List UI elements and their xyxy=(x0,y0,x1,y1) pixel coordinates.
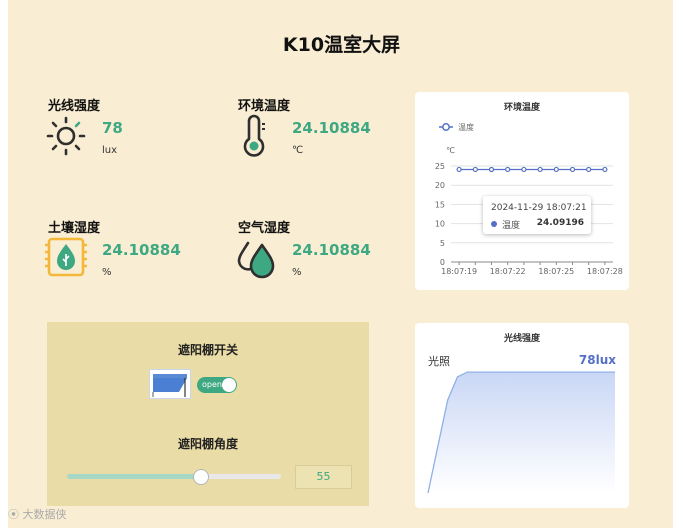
shade-angle-title: 遮阳棚角度 xyxy=(177,437,238,451)
toggle-state-label: open xyxy=(202,380,222,389)
temp-legend-label[interactable]: 温度 xyxy=(458,122,474,132)
y-tick-label: 5 xyxy=(440,239,445,248)
y-tick-label: 15 xyxy=(435,200,445,209)
y-tick-label: 25 xyxy=(435,162,445,171)
tooltip-value: 24.09196 xyxy=(536,218,584,228)
temp-data-point[interactable] xyxy=(472,166,478,173)
temp-data-point[interactable] xyxy=(586,166,592,173)
angle-slider-track[interactable] xyxy=(67,469,281,485)
sensor-env-temp-label: 环境温度 xyxy=(238,99,291,114)
sensor-env-temp-unit: ℃ xyxy=(292,145,304,156)
temp-data-point[interactable] xyxy=(602,166,608,173)
tooltip-series-dot xyxy=(491,221,497,227)
sensor-soil-humidity-value: 24.10884 xyxy=(102,241,181,259)
sun-icon xyxy=(46,116,86,156)
awning-icon xyxy=(152,374,187,397)
sensor-env-temp-value: 24.10884 xyxy=(292,119,371,137)
y-tick-label: 20 xyxy=(435,181,445,190)
tooltip-series-name: 温度 xyxy=(502,221,521,231)
x-tick-label: 18:07:25 xyxy=(538,267,574,276)
temp-line-chart: 温度 ℃ 0 5 10 15 20 25 18:07:19 18:07:22 18:07:25… xyxy=(435,122,623,276)
toggle-knob[interactable] xyxy=(222,378,236,392)
sensor-air-humidity: 空气湿度 24.10884 % xyxy=(237,217,408,287)
legend-marker xyxy=(442,123,450,131)
sensor-light: 光线强度 78 lux xyxy=(46,95,218,165)
temp-data-point[interactable] xyxy=(456,166,462,173)
sensor-soil-humidity-label: 土壤湿度 xyxy=(48,221,101,236)
light-chart-card: 光线强度 光照 78lux xyxy=(415,323,629,508)
sensor-soil-humidity: 土壤湿度 24.10884 % xyxy=(45,217,218,287)
temp-data-point[interactable] xyxy=(553,166,559,173)
sensor-soil-humidity-unit: % xyxy=(102,267,112,278)
soil-moisture-icon xyxy=(45,237,87,277)
sensor-light-label: 光线强度 xyxy=(48,99,101,114)
tooltip-time: 2024-11-29 18:07:21 xyxy=(491,203,587,213)
angle-slider-handle[interactable] xyxy=(192,469,209,485)
y-tick-label: 0 xyxy=(440,258,445,267)
light-area-fill xyxy=(428,372,615,493)
x-tick-label: 18:07:28 xyxy=(587,267,623,276)
temp-data-point[interactable] xyxy=(537,166,543,173)
sensor-light-value: 78 xyxy=(102,119,123,137)
temp-data-point[interactable] xyxy=(569,166,576,173)
temp-data-point[interactable] xyxy=(488,166,495,173)
page-title: K10温室大屏 xyxy=(282,34,401,56)
shade-control-panel: 遮阳棚开关 open 遮阳棚角度 55 xyxy=(47,322,369,506)
sensor-light-unit: lux xyxy=(102,145,118,156)
awning-image xyxy=(149,369,191,399)
y-tick-label: 10 xyxy=(435,220,445,229)
temp-chart-card: 环境温度 温度 ℃ 0 5 10 15 20 25 18:07:19 18:07:22 18:… xyxy=(415,92,629,290)
watermark-text: 大数据侠 xyxy=(22,508,67,521)
watermark: ⦿ 大数据侠 xyxy=(8,506,67,522)
sensor-air-humidity-unit: % xyxy=(292,267,302,278)
angle-value-input[interactable]: 55 xyxy=(295,465,352,489)
temp-data-point[interactable] xyxy=(505,166,511,173)
angle-slider-fill xyxy=(67,474,200,479)
sensor-env-temp: 环境温度 24.10884 ℃ xyxy=(238,95,408,165)
temp-y-unit: ℃ xyxy=(446,146,455,155)
x-tick-label: 18:07:22 xyxy=(490,267,526,276)
chart-tooltip: 2024-11-29 18:07:21 温度 24.09196 xyxy=(483,196,591,234)
left-frame xyxy=(0,0,8,528)
shade-toggle-switch[interactable]: open xyxy=(197,377,237,393)
thermometer-icon xyxy=(243,114,265,157)
shade-switch-title: 遮阳棚开关 xyxy=(177,343,238,357)
sensor-air-humidity-value: 24.10884 xyxy=(292,241,371,259)
sensor-air-humidity-label: 空气湿度 xyxy=(238,221,291,236)
temp-data-point[interactable] xyxy=(521,166,527,173)
water-drops-icon xyxy=(237,241,275,279)
x-tick-label: 18:07:19 xyxy=(441,267,477,276)
light-area-chart xyxy=(427,371,615,494)
watermark-logo-icon: ⦿ xyxy=(8,508,19,521)
right-frame xyxy=(673,0,683,528)
